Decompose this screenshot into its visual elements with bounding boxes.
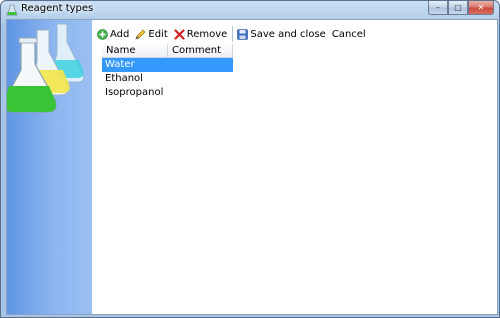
- pencil-icon: [135, 29, 146, 39]
- title-bar[interactable]: Reagent types – □ ✕: [1, 1, 499, 19]
- add-label: Add: [110, 28, 130, 40]
- caption-buttons: – □ ✕: [428, 1, 494, 15]
- column-header-comment[interactable]: Comment: [168, 44, 233, 57]
- reagent-types-window: Reagent types – □ ✕ Add Edit Remove Save…: [0, 0, 500, 318]
- toolbar-separator: [232, 26, 234, 42]
- remove-label: Remove: [186, 28, 228, 40]
- reagent-types-grid[interactable]: Name Comment Water Ethanol Isopropanol: [102, 44, 233, 100]
- main-panel: Add Edit Remove Save and close Cancel Na…: [97, 20, 497, 314]
- column-header-name[interactable]: Name: [102, 44, 168, 57]
- flasks-illustration: [3, 23, 85, 113]
- maximize-button[interactable]: □: [448, 1, 468, 15]
- cell-name: Isopropanol: [105, 87, 164, 98]
- window-title: Reagent types: [21, 3, 94, 14]
- side-banner: [3, 20, 92, 314]
- save-and-close-button[interactable]: Save and close: [237, 26, 326, 42]
- remove-x-icon: [174, 28, 185, 40]
- grid-header: Name Comment: [102, 44, 233, 58]
- remove-button[interactable]: Remove: [174, 26, 228, 42]
- add-icon: [97, 28, 108, 40]
- save-and-close-label: Save and close: [250, 28, 326, 40]
- maximize-icon: □: [454, 3, 462, 12]
- flask-app-icon: [6, 4, 18, 16]
- edit-label: Edit: [148, 28, 168, 40]
- cancel-label: Cancel: [331, 28, 366, 40]
- cell-name: Ethanol: [105, 73, 143, 84]
- close-button[interactable]: ✕: [468, 1, 494, 15]
- client-area: Add Edit Remove Save and close Cancel Na…: [3, 19, 498, 315]
- minimize-icon: –: [436, 3, 440, 12]
- cell-name: Water: [105, 59, 135, 70]
- edit-button[interactable]: Edit: [135, 26, 168, 42]
- add-button[interactable]: Add: [97, 26, 129, 42]
- table-row[interactable]: Isopropanol: [102, 86, 233, 100]
- close-icon: ✕: [477, 3, 485, 12]
- toolbar: Add Edit Remove Save and close Cancel: [97, 26, 372, 42]
- cancel-button[interactable]: Cancel: [332, 26, 366, 42]
- table-row[interactable]: Water: [102, 58, 233, 72]
- save-disk-icon: [237, 28, 249, 40]
- minimize-button[interactable]: –: [428, 1, 448, 15]
- table-row[interactable]: Ethanol: [102, 72, 233, 86]
